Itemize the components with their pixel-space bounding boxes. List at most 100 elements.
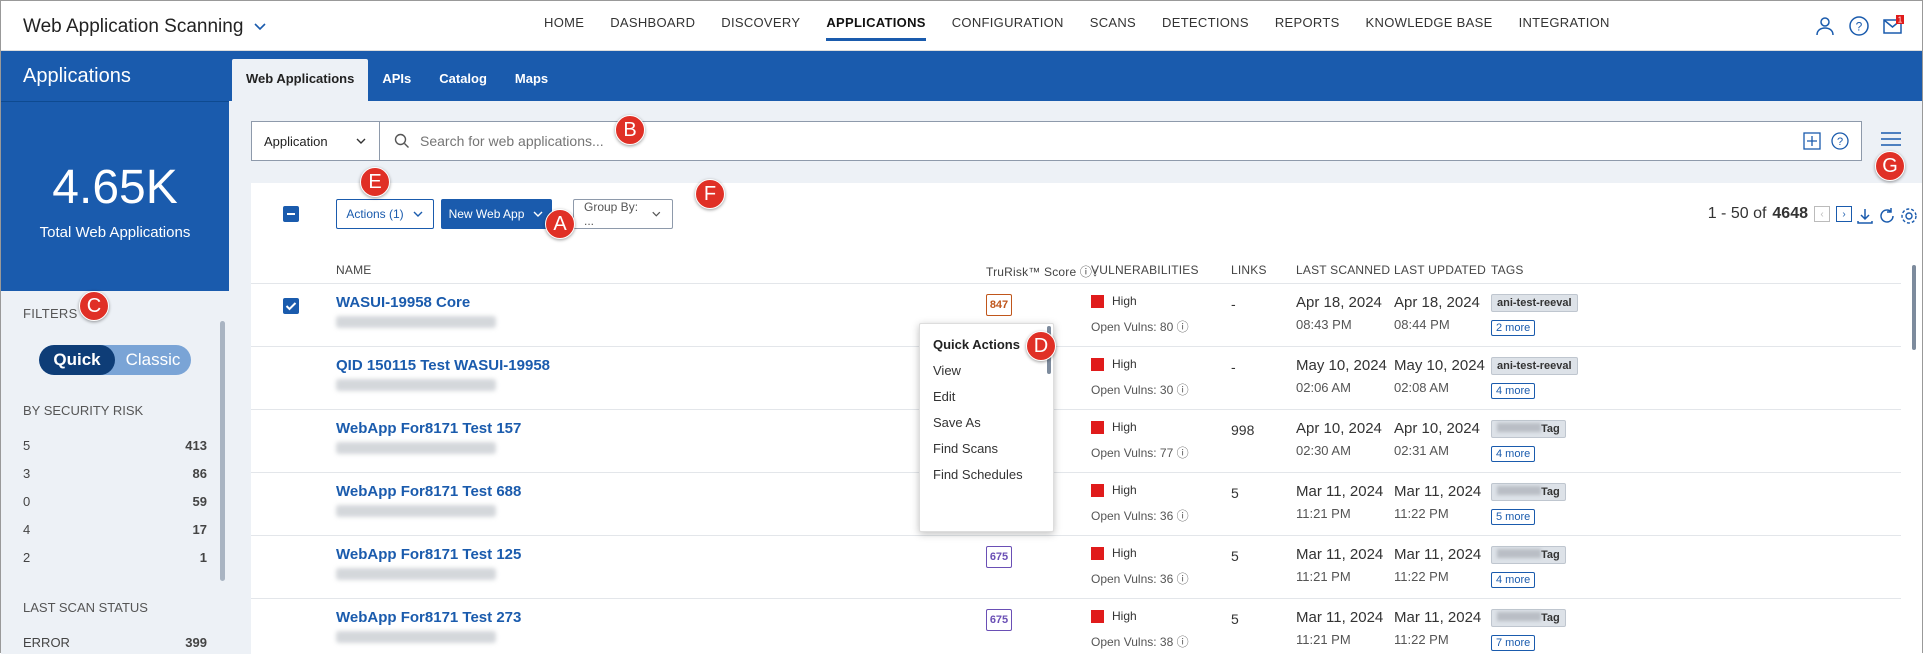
top-bar: Web Application Scanning HOME DASHBOARD … — [1, 1, 1922, 51]
severity-label: High — [1112, 483, 1137, 497]
app-name-link[interactable]: WebApp For8171 Test 125 — [336, 546, 521, 563]
nav-discovery[interactable]: DISCOVERY — [708, 1, 813, 51]
app-title[interactable]: Web Application Scanning — [23, 16, 267, 38]
more-tags-link[interactable]: 7 more — [1491, 635, 1536, 651]
search-category-select[interactable]: Application — [252, 122, 380, 160]
table-row[interactable]: WebApp For8171 Test 157 676 HighOpen Vul… — [251, 409, 1901, 472]
links-count: 998 — [1231, 422, 1255, 438]
user-icon[interactable] — [1814, 15, 1836, 37]
column-vulnerabilities[interactable]: VULNERABILITIES — [1091, 263, 1199, 277]
nav-applications[interactable]: APPLICATIONS — [813, 1, 938, 51]
pagination-total: 4648 — [1772, 205, 1808, 222]
app-name-link[interactable]: WebApp For8171 Test 688 — [336, 483, 521, 500]
tab-apis[interactable]: APIs — [368, 51, 425, 101]
toggle-classic[interactable]: Classic — [115, 345, 191, 375]
filter-row[interactable]: 4 17 — [23, 516, 207, 544]
download-icon[interactable] — [1856, 207, 1874, 225]
refresh-icon[interactable] — [1878, 207, 1896, 225]
nav-configuration[interactable]: CONFIGURATION — [939, 1, 1077, 51]
filter-label: 3 — [23, 466, 31, 481]
menu-item-view[interactable]: View — [920, 358, 1053, 384]
nav-dashboard[interactable]: DASHBOARD — [597, 1, 708, 51]
column-tags[interactable]: TAGS — [1491, 263, 1524, 277]
info-icon[interactable]: ⓘ — [1177, 320, 1189, 334]
table-row[interactable]: WebApp For8171 Test 125 675 High Open Vul… — [251, 535, 1901, 598]
table-scrollbar[interactable] — [1912, 265, 1916, 350]
info-icon[interactable]: ⓘ — [1177, 635, 1189, 649]
tab-catalog[interactable]: Catalog — [425, 51, 501, 101]
tab-web-applications[interactable]: Web Applications — [232, 59, 369, 101]
links-count: 5 — [1231, 485, 1239, 501]
tag-badge: Tag — [1491, 609, 1566, 627]
mail-icon[interactable]: 1 — [1882, 15, 1904, 37]
severity-label: High — [1112, 420, 1137, 434]
filter-row[interactable]: 3 86 — [23, 460, 207, 488]
menu-item-find-schedules[interactable]: Find Schedules — [920, 462, 1053, 488]
table-row[interactable]: WASUI-19958 Core 847 High Open Vulns: 80 … — [251, 283, 1901, 346]
table-row[interactable]: QID 150115 Test WASUI-19958 824 HighOpen… — [251, 346, 1901, 409]
column-links[interactable]: LINKS — [1231, 263, 1267, 277]
column-last-scanned[interactable]: LAST SCANNED — [1296, 263, 1390, 277]
app-name-link[interactable]: WASUI-19958 Core — [336, 294, 470, 311]
filter-row[interactable]: 0 59 — [23, 488, 207, 516]
info-icon[interactable]: ⓘ — [1177, 446, 1189, 460]
row-checkbox[interactable] — [283, 298, 299, 314]
time: 02:30 AM — [1296, 443, 1351, 458]
open-vulns: Open Vulns: 36 — [1091, 509, 1174, 524]
new-web-app-button[interactable]: New Web App — [441, 199, 552, 229]
hamburger-menu-icon[interactable] — [1880, 131, 1902, 147]
svg-text:?: ? — [1837, 136, 1843, 148]
nav-scans[interactable]: SCANS — [1077, 1, 1149, 51]
column-score[interactable]: TruRisk™ Score ⓘ↓ — [986, 263, 1098, 280]
app-name-link[interactable]: WebApp For8171 Test 157 — [336, 420, 521, 437]
info-icon[interactable]: ⓘ — [1177, 509, 1189, 523]
chevron-down-icon — [533, 211, 543, 217]
actions-button[interactable]: Actions (1) — [336, 199, 434, 229]
tag-badge: Tag — [1491, 483, 1566, 501]
open-vulns: Open Vulns: 38 — [1091, 635, 1174, 650]
app-name-link[interactable]: QID 150115 Test WASUI-19958 — [336, 357, 550, 374]
more-tags-link[interactable]: 2 more — [1491, 320, 1536, 336]
date: Mar 11, 2024 — [1394, 609, 1482, 626]
more-tags-link[interactable]: 4 more — [1491, 383, 1536, 399]
filter-row[interactable]: 21 — [23, 544, 207, 572]
more-tags-link[interactable]: 4 more — [1491, 446, 1536, 462]
help-icon[interactable]: ? — [1831, 132, 1849, 150]
time: 11:21 PM — [1296, 506, 1351, 521]
column-last-updated[interactable]: LAST UPDATED — [1394, 263, 1486, 277]
info-icon[interactable]: ⓘ — [1177, 572, 1189, 586]
help-icon[interactable]: ? — [1848, 15, 1870, 37]
filter-label: 2 — [23, 550, 31, 565]
search-field[interactable] — [380, 122, 1791, 160]
menu-item-find-scans[interactable]: Find Scans — [920, 436, 1053, 462]
sidebar-scrollbar[interactable] — [220, 321, 225, 581]
nav-detections[interactable]: DETECTIONS — [1149, 1, 1262, 51]
add-query-icon[interactable] — [1803, 132, 1821, 150]
chevron-down-icon[interactable] — [253, 20, 267, 34]
more-tags-link[interactable]: 4 more — [1491, 572, 1536, 588]
app-title-label: Web Application Scanning — [23, 16, 244, 37]
filter-row[interactable]: 5 413 — [23, 432, 207, 460]
nav-reports[interactable]: REPORTS — [1262, 1, 1353, 51]
select-all-checkbox[interactable] — [283, 206, 299, 222]
info-icon[interactable]: ⓘ — [1177, 383, 1189, 397]
table-row[interactable]: WebApp For8171 Test 273 675 High Open Vul… — [251, 598, 1901, 661]
more-tags-link[interactable]: 5 more — [1491, 509, 1536, 525]
column-name[interactable]: NAME — [336, 263, 371, 277]
prev-page-button[interactable]: ‹ — [1814, 206, 1830, 222]
filter-mode-toggle[interactable]: Quick Classic — [39, 345, 191, 375]
nav-home[interactable]: HOME — [531, 1, 597, 51]
nav-integration[interactable]: INTEGRATION — [1506, 1, 1623, 51]
filter-count: 86 — [192, 466, 207, 481]
next-page-button[interactable]: › — [1836, 206, 1852, 222]
nav-knowledge-base[interactable]: KNOWLEDGE BASE — [1353, 1, 1506, 51]
group-by-select[interactable]: Group By: ... — [573, 199, 673, 229]
table-row[interactable]: WebApp For8171 Test 688 675 HighOpen Vul… — [251, 472, 1901, 535]
menu-item-save-as[interactable]: Save As — [920, 410, 1053, 436]
gear-icon[interactable] — [1900, 207, 1918, 225]
toggle-quick[interactable]: Quick — [39, 345, 115, 375]
app-name-link[interactable]: WebApp For8171 Test 273 — [336, 609, 521, 626]
tab-maps[interactable]: Maps — [501, 51, 562, 101]
menu-item-edit[interactable]: Edit — [920, 384, 1053, 410]
main-nav: HOME DASHBOARD DISCOVERY APPLICATIONS CO… — [531, 1, 1623, 51]
